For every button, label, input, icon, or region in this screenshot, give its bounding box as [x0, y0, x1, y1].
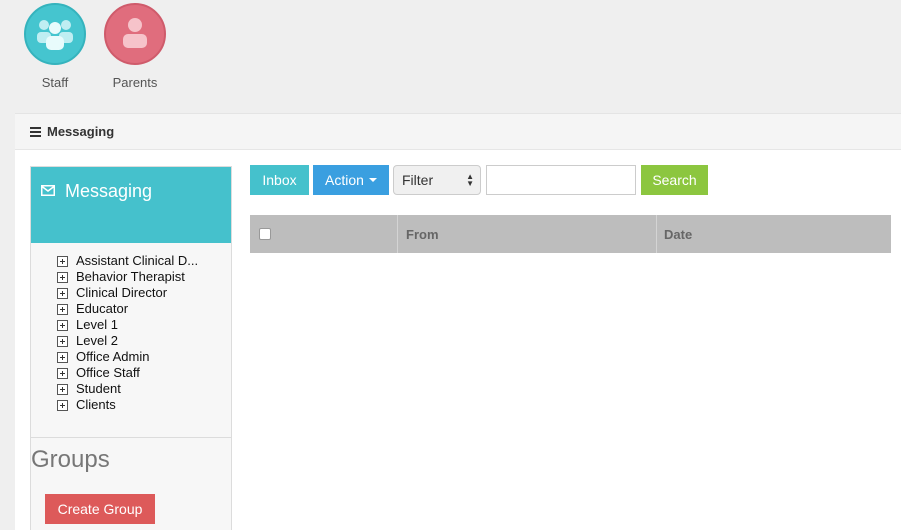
messaging-sidebar: Messaging Assistant Clinical D... Behavi…: [30, 166, 232, 530]
menu-bars-icon: [30, 125, 41, 139]
filter-value: Filter: [402, 172, 434, 188]
action-label: Action: [325, 172, 364, 188]
sidebar-title: Messaging: [65, 181, 153, 201]
select-all-cell: [250, 215, 398, 253]
expand-plus-icon[interactable]: [57, 399, 68, 411]
create-group-button[interactable]: Create Group: [45, 494, 155, 524]
groups-heading: Groups: [31, 446, 110, 473]
expand-plus-icon[interactable]: [57, 367, 68, 379]
tree-item-label: Level 1: [76, 317, 118, 332]
action-dropdown-button[interactable]: Action: [313, 165, 389, 195]
select-arrows-icon: ▲ ▼: [466, 172, 474, 188]
message-toolbar: Inbox Action Filter ▲ ▼ Search: [250, 165, 708, 195]
tree-item-label: Office Staff: [76, 365, 140, 380]
parents-label: Parents: [112, 75, 158, 90]
expand-plus-icon[interactable]: [57, 319, 68, 331]
tree-item[interactable]: Student: [57, 381, 231, 397]
staff-circle-button[interactable]: [24, 3, 86, 65]
search-button[interactable]: Search: [641, 165, 708, 195]
tree-item-label: Student: [76, 381, 121, 396]
message-table-header: From Date: [250, 215, 891, 253]
inbox-button[interactable]: Inbox: [250, 165, 309, 195]
tree-item[interactable]: Office Admin: [57, 349, 231, 365]
tree-item-label: Assistant Clinical D...: [76, 253, 199, 268]
tree-item-label: Clinical Director: [76, 285, 168, 300]
tree-item[interactable]: Educator: [57, 301, 231, 317]
users-group-icon: [37, 20, 73, 50]
tree-item[interactable]: Clinical Director: [57, 285, 231, 301]
column-header-from[interactable]: From: [398, 215, 657, 253]
expand-plus-icon[interactable]: [57, 351, 68, 363]
panel-title: Messaging: [47, 124, 115, 139]
caret-down-icon: [368, 178, 377, 182]
tree-item-label: Clients: [76, 397, 116, 412]
expand-plus-icon[interactable]: [57, 255, 68, 267]
expand-plus-icon[interactable]: [57, 335, 68, 347]
sidebar-header: Messaging: [31, 167, 231, 243]
filter-select[interactable]: Filter ▲ ▼: [393, 165, 481, 195]
panel-heading: Messaging: [15, 114, 901, 150]
envelope-icon: [41, 185, 55, 196]
tree-item[interactable]: Office Staff: [57, 365, 231, 381]
tree-item-label: Educator: [76, 301, 129, 316]
tree-item[interactable]: Level 1: [57, 317, 231, 333]
staff-label: Staff: [41, 75, 69, 90]
tree-item[interactable]: Assistant Clinical D...: [57, 253, 231, 269]
tree-item-label: Level 2: [76, 333, 118, 348]
recipient-tree: Assistant Clinical D... Behavior Therapi…: [31, 243, 231, 438]
quick-link-staff[interactable]: Staff: [24, 3, 86, 90]
tree-item-label: Behavior Therapist: [76, 269, 185, 284]
messaging-panel: Messaging Messaging Assistant Clinical D…: [15, 113, 901, 530]
person-icon: [123, 18, 147, 48]
quick-link-parents[interactable]: Parents: [104, 3, 166, 90]
tree-item[interactable]: Clients: [57, 397, 231, 413]
expand-plus-icon[interactable]: [57, 287, 68, 299]
tree-item[interactable]: Level 2: [57, 333, 231, 349]
expand-plus-icon[interactable]: [57, 271, 68, 283]
tree-item[interactable]: Behavior Therapist: [57, 269, 231, 285]
search-input[interactable]: [486, 165, 636, 195]
select-all-checkbox[interactable]: [259, 228, 271, 240]
expand-plus-icon[interactable]: [57, 383, 68, 395]
column-header-date[interactable]: Date: [657, 215, 891, 253]
expand-plus-icon[interactable]: [57, 303, 68, 315]
tree-item-label: Office Admin: [76, 349, 150, 364]
parents-circle-button[interactable]: [104, 3, 166, 65]
